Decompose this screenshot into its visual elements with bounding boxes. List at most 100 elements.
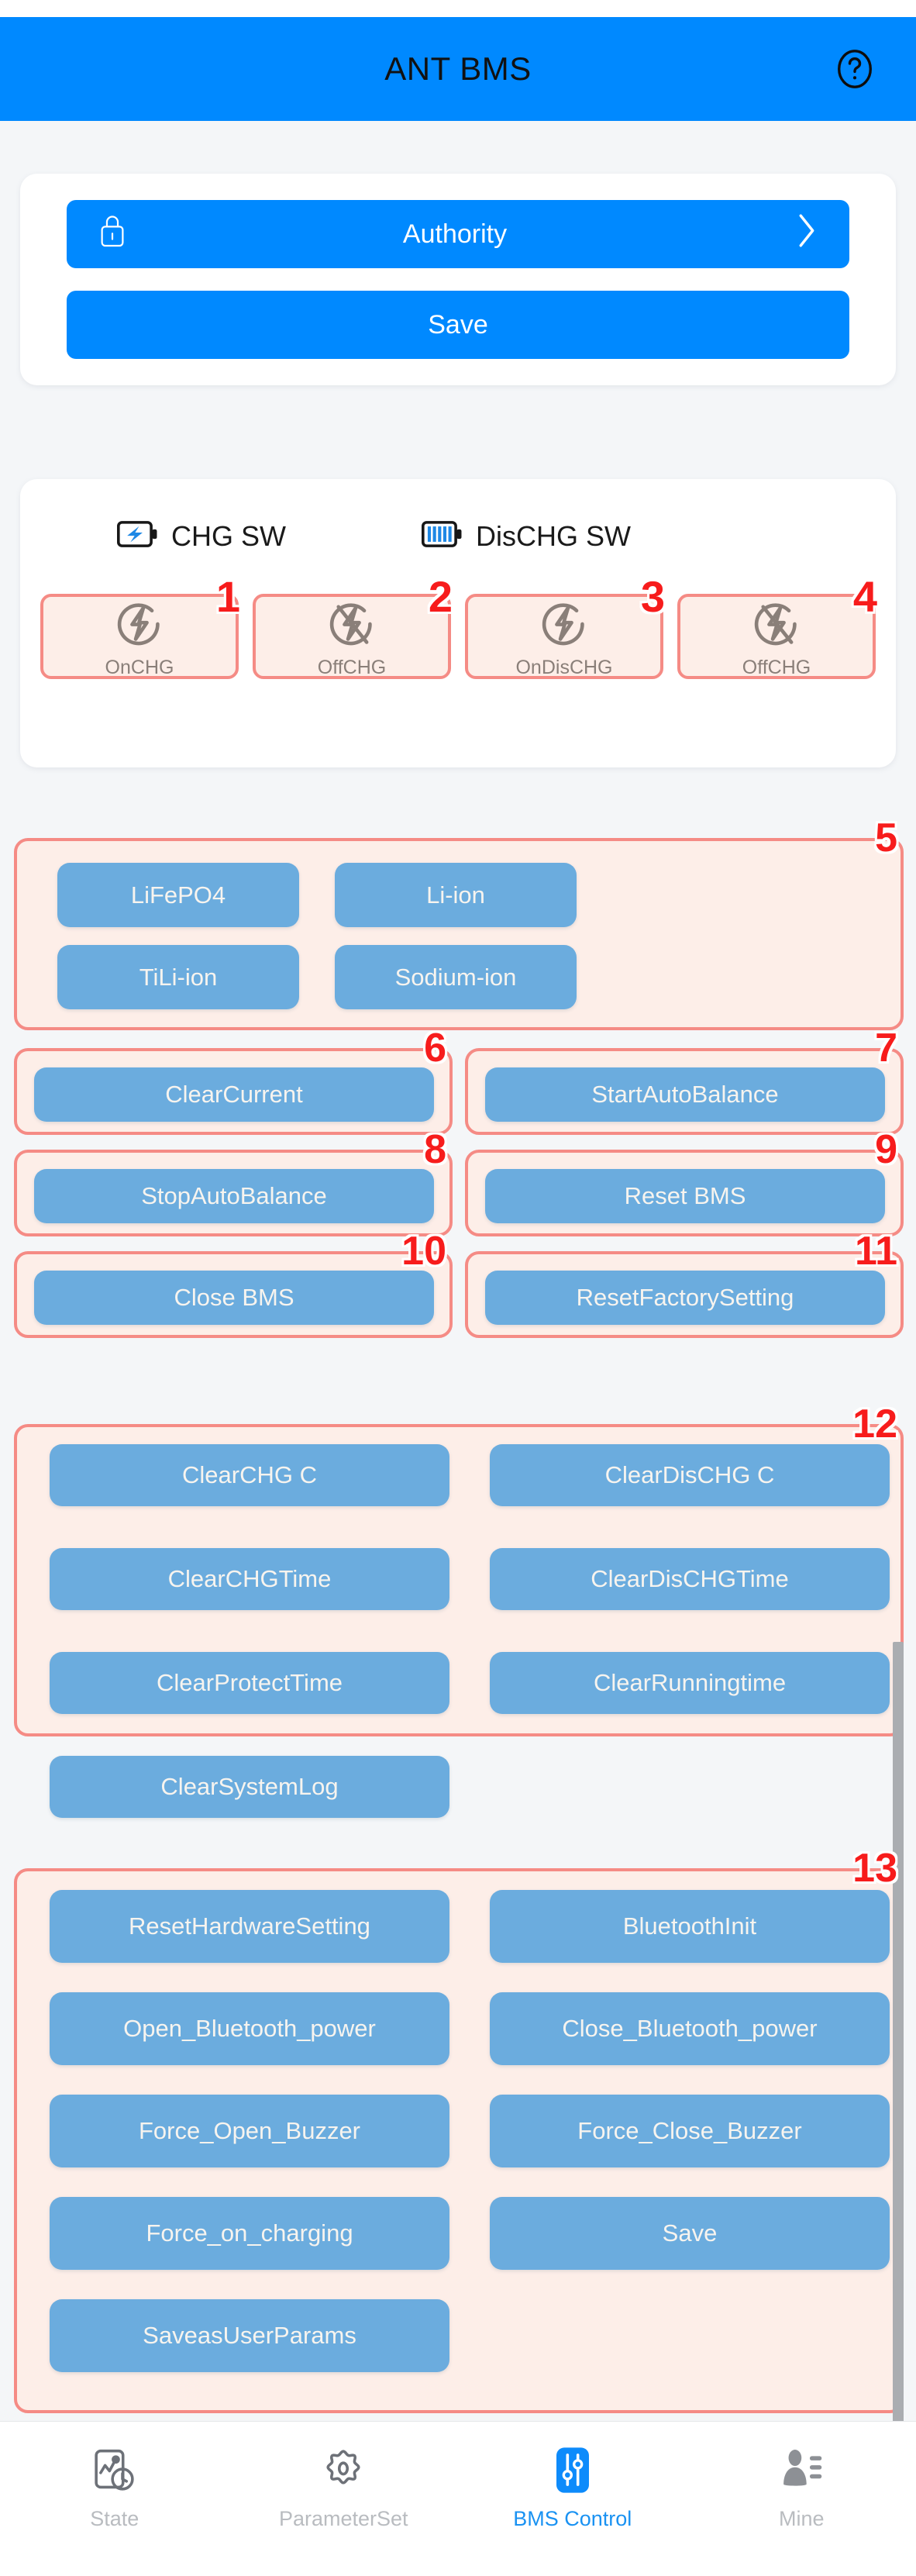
- action-button-label: Force_Close_Buzzer: [577, 2117, 802, 2144]
- action-button-lifepo4[interactable]: LiFePO4: [57, 863, 299, 927]
- action-button-label: Save: [662, 2219, 718, 2247]
- action-button-resetfactorysetting[interactable]: ResetFactorySetting: [485, 1271, 885, 1325]
- action-button-label: ClearDisCHG C: [604, 1461, 775, 1488]
- switch-button-offchg-2[interactable]: OffCHG 2: [253, 575, 453, 679]
- action-button-label: ClearCurrent: [165, 1081, 303, 1108]
- action-button-tili-ion[interactable]: TiLi-ion: [57, 945, 299, 1009]
- action-button-label: ClearDisCHGTime: [591, 1565, 789, 1592]
- control-group-7: StartAutoBalance 7: [465, 1028, 904, 1135]
- action-button-label: LiFePO4: [130, 881, 226, 909]
- question-circle-icon[interactable]: [832, 47, 877, 91]
- charge-switch-buttons: OnCHG 1 OffCHG 2 OnDisCHG 3 OffCHG 4: [40, 575, 877, 679]
- action-button-label: Close_Bluetooth_power: [562, 2015, 818, 2042]
- annotation-number: 7: [875, 1026, 897, 1071]
- action-button-label: Force_on_charging: [146, 2219, 353, 2247]
- action-button-clearsystemlog[interactable]: ClearSystemLog: [50, 1756, 449, 1818]
- control-group-10: Close BMS 10: [14, 1231, 453, 1338]
- action-button-cleardischgtime[interactable]: ClearDisCHGTime: [490, 1548, 890, 1610]
- action-button-close-bluetooth-power[interactable]: Close_Bluetooth_power: [490, 1992, 890, 2065]
- action-button-cleardischg-c[interactable]: ClearDisCHG C: [490, 1444, 890, 1506]
- action-button-label: Close BMS: [174, 1284, 294, 1311]
- charge-switch-card: CHG SW DisCHG SW OnCHG 1 OffCHG 2 OnDisC…: [20, 479, 896, 767]
- action-button-clearrunningtime[interactable]: ClearRunningtime: [490, 1652, 890, 1714]
- action-button-label: Li-ion: [426, 881, 485, 909]
- power-bolt-icon: [535, 595, 593, 657]
- bottom-navigation: State ParameterSet BMS Control Mine: [0, 2421, 916, 2576]
- control-group-13: ResetHardwareSetting BluetoothInit Open_Bl…: [14, 1848, 904, 2413]
- chg-sw-label: CHG SW: [171, 519, 286, 552]
- control-group-12: ClearCHG C ClearDisCHG C ClearCHGTime Clear…: [14, 1404, 904, 1818]
- action-button-bluetoothinit[interactable]: BluetoothInit: [490, 1890, 890, 1963]
- scrollbar-track[interactable]: [893, 124, 910, 2549]
- action-button-startautobalance[interactable]: StartAutoBalance: [485, 1067, 885, 1122]
- action-button-label: Sodium-ion: [394, 963, 517, 991]
- scrollbar-thumb[interactable]: [893, 1642, 904, 2549]
- action-button-close-bms[interactable]: Close BMS: [34, 1271, 434, 1325]
- switch-button-label: OffCHG: [317, 657, 387, 678]
- action-button-open-bluetooth-power[interactable]: Open_Bluetooth_power: [50, 1992, 449, 2065]
- authority-label: Authority: [402, 219, 508, 249]
- chg-sw-header: CHG SW: [117, 519, 286, 553]
- nav-item-state[interactable]: State: [0, 2422, 229, 2576]
- annotation-number: 1: [215, 572, 240, 621]
- action-button-save[interactable]: Save: [490, 2197, 890, 2270]
- nav-item-label: ParameterSet: [278, 2507, 408, 2530]
- annotation-number: 4: [852, 572, 877, 621]
- save-button[interactable]: Save: [67, 291, 849, 359]
- annotation-number: 9: [875, 1127, 897, 1172]
- save-label: Save: [428, 309, 488, 340]
- annotation-number: 6: [424, 1026, 446, 1071]
- action-button-label: ResetFactorySetting: [576, 1284, 794, 1311]
- action-button-clearchgtime[interactable]: ClearCHGTime: [50, 1548, 449, 1610]
- chevron-right-icon: [794, 212, 820, 257]
- action-button-clearcurrent[interactable]: ClearCurrent: [34, 1067, 434, 1122]
- action-button-force-open-buzzer[interactable]: Force_Open_Buzzer: [50, 2095, 449, 2167]
- battery-full-icon: [422, 519, 463, 553]
- action-button-saveasuserparams[interactable]: SaveasUserParams: [50, 2299, 449, 2372]
- switch-button-onchg-1[interactable]: OnCHG 1: [40, 575, 240, 679]
- nav-item-parameterset[interactable]: ParameterSet: [229, 2422, 459, 2576]
- control-group-9: Reset BMS 9: [465, 1129, 904, 1236]
- action-button-label: StartAutoBalance: [591, 1081, 779, 1108]
- action-button-label: ClearCHGTime: [167, 1565, 332, 1592]
- action-button-label: Reset BMS: [624, 1182, 746, 1209]
- switch-button-label: OnDisCHG: [515, 657, 613, 678]
- action-button-clearprotecttime[interactable]: ClearProtectTime: [50, 1652, 449, 1714]
- switch-button-ondischg-3[interactable]: OnDisCHG 3: [465, 575, 665, 679]
- control-group-11: ResetFactorySetting 11: [465, 1231, 904, 1338]
- action-button-label: ClearRunningtime: [593, 1669, 787, 1696]
- authority-button[interactable]: Authority: [67, 200, 849, 268]
- nav-item-mine[interactable]: Mine: [687, 2422, 916, 2576]
- action-button-label: ClearSystemLog: [160, 1773, 339, 1800]
- sliders-icon: [549, 2443, 597, 2498]
- dischg-sw-label: DisCHG SW: [476, 519, 631, 552]
- app-header: ANT BMS: [0, 17, 916, 121]
- page-title: ANT BMS: [384, 50, 532, 87]
- action-button-clearchg-c[interactable]: ClearCHG C: [50, 1444, 449, 1506]
- control-group-8: StopAutoBalance 8: [14, 1129, 453, 1236]
- action-button-label: ResetHardwareSetting: [129, 1912, 370, 1940]
- action-button-reset-bms[interactable]: Reset BMS: [485, 1169, 885, 1223]
- annotation-number: 12: [852, 1402, 897, 1447]
- switch-button-offchg-4[interactable]: OffCHG 4: [677, 575, 877, 679]
- action-button-stopautobalance[interactable]: StopAutoBalance: [34, 1169, 434, 1223]
- action-button-label: TiLi-ion: [139, 963, 218, 991]
- control-group-6: ClearCurrent 6: [14, 1028, 453, 1135]
- battery-charging-icon: [117, 519, 159, 553]
- action-button-li-ion[interactable]: Li-ion: [335, 863, 577, 927]
- action-button-sodium-ion[interactable]: Sodium-ion: [335, 945, 577, 1009]
- power-bolt-icon: [111, 595, 168, 657]
- action-button-resethardwaresetting[interactable]: ResetHardwareSetting: [50, 1890, 449, 1963]
- action-button-label: ClearCHG C: [182, 1461, 317, 1488]
- nav-item-bms-control[interactable]: BMS Control: [458, 2422, 687, 2576]
- control-group-5: LiFePO4 Li-ion TiLi-ion Sodium-ion 5: [14, 818, 904, 1030]
- switch-button-label: OffCHG: [742, 657, 811, 678]
- power-bolt-slash-icon: [748, 595, 805, 657]
- action-button-force-close-buzzer[interactable]: Force_Close_Buzzer: [490, 2095, 890, 2167]
- action-button-force-on-charging[interactable]: Force_on_charging: [50, 2197, 449, 2270]
- annotation-number: 11: [855, 1229, 897, 1274]
- action-button-label: StopAutoBalance: [141, 1182, 327, 1209]
- action-button-label: ClearProtectTime: [156, 1669, 343, 1696]
- action-button-label: BluetoothInit: [622, 1912, 757, 1940]
- nav-item-label: State: [90, 2507, 139, 2530]
